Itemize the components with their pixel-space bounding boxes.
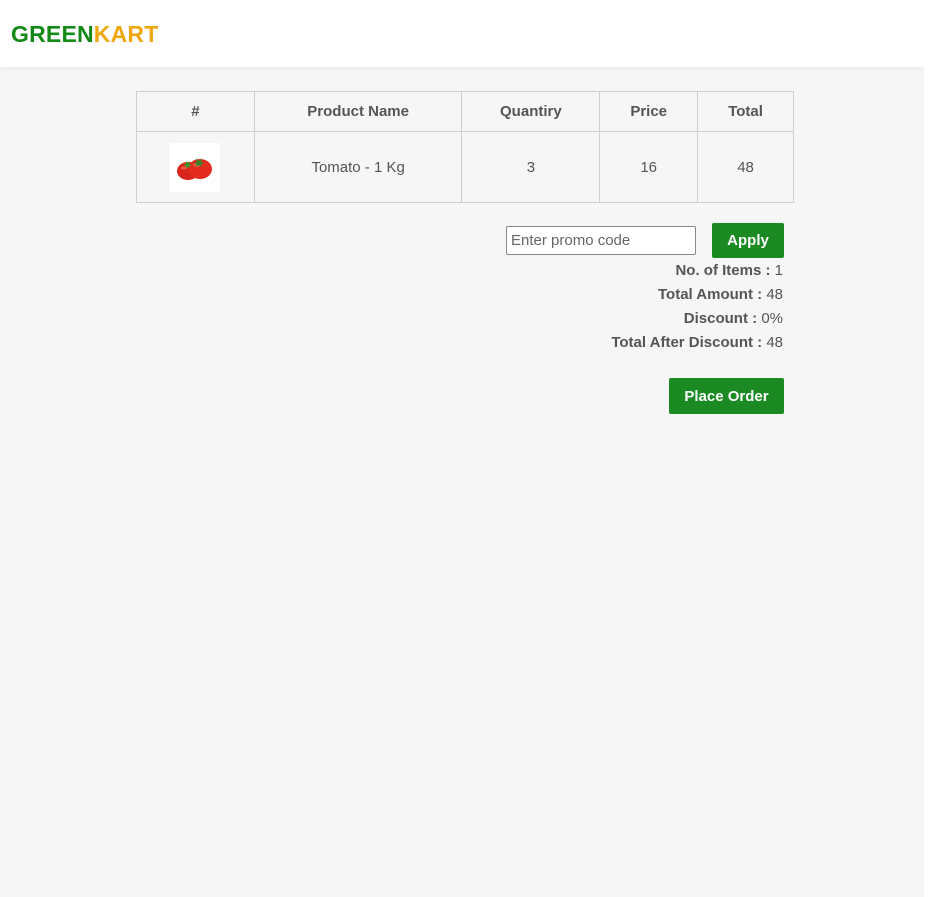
column-header-price: Price bbox=[599, 91, 699, 132]
column-header-quantity: Quantiry bbox=[461, 91, 601, 132]
column-header-index: # bbox=[136, 91, 255, 132]
items-label: No. of Items : bbox=[675, 262, 771, 279]
table-header-row: # Product Name Quantiry Price Total bbox=[136, 91, 794, 132]
summary-discount: Discount : 0% bbox=[684, 310, 783, 328]
summary-total-after-discount: Total After Discount : 48 bbox=[611, 334, 783, 352]
total-amount-value: 48 bbox=[766, 286, 783, 303]
discount-value: 0% bbox=[761, 310, 783, 327]
summary-total-amount: Total Amount : 48 bbox=[658, 286, 783, 304]
table-row: Tomato - 1 Kg 3 16 48 bbox=[136, 131, 794, 203]
cart-table: # Product Name Quantiry Price Total Toma… bbox=[136, 91, 794, 203]
brand-logo[interactable]: GREENKART bbox=[11, 21, 158, 48]
quantity-cell: 3 bbox=[461, 131, 601, 203]
place-order-button[interactable]: Place Order bbox=[669, 378, 784, 414]
top-header: GREENKART bbox=[0, 0, 924, 67]
scrollbar-track[interactable] bbox=[924, 0, 929, 897]
discount-label: Discount : bbox=[683, 310, 758, 327]
product-image-cell bbox=[136, 131, 255, 203]
brand-orange-text: KART bbox=[93, 21, 159, 47]
price-cell: 16 bbox=[599, 131, 699, 203]
promo-code-input[interactable] bbox=[506, 226, 696, 255]
items-value: 1 bbox=[774, 262, 783, 279]
column-header-product-name: Product Name bbox=[253, 91, 463, 132]
total-amount-label: Total Amount : bbox=[657, 286, 763, 303]
total-after-discount-value: 48 bbox=[766, 334, 783, 351]
tomato-image bbox=[170, 142, 221, 192]
total-after-discount-label: Total After Discount : bbox=[611, 334, 763, 351]
product-name-cell: Tomato - 1 Kg bbox=[253, 131, 463, 203]
total-cell: 48 bbox=[697, 131, 794, 203]
summary-items: No. of Items : 1 bbox=[675, 262, 783, 280]
column-header-total: Total bbox=[697, 91, 794, 132]
brand-green-text: GREEN bbox=[11, 21, 94, 47]
apply-promo-button[interactable]: Apply bbox=[712, 223, 784, 258]
